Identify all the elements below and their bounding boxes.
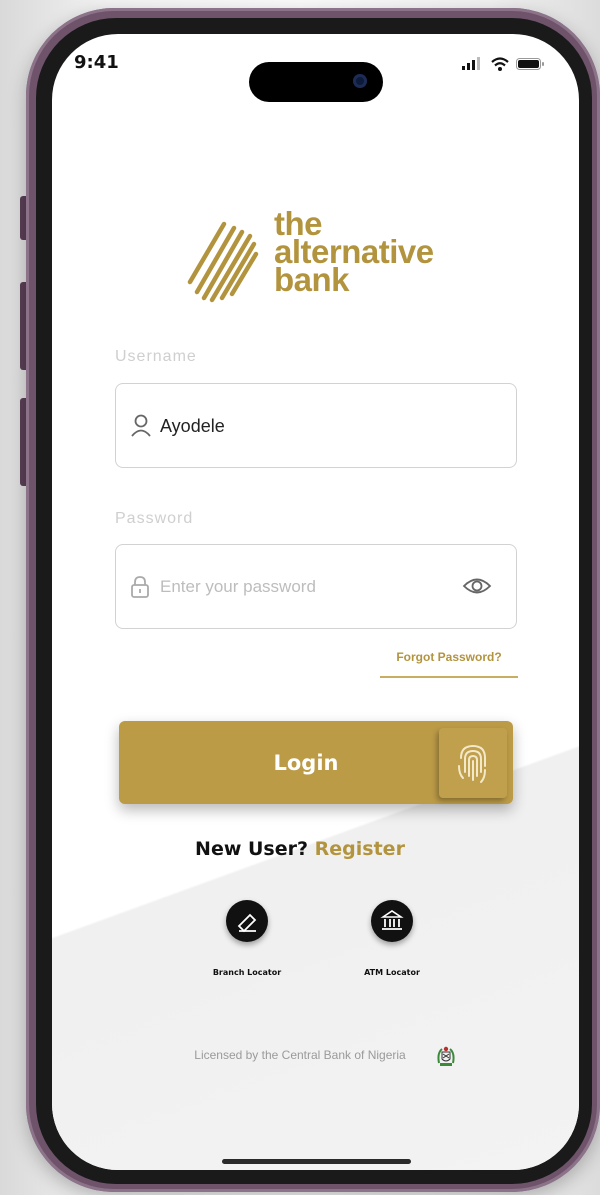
wifi-icon: [491, 57, 509, 71]
password-placeholder: Enter your password: [160, 577, 316, 596]
register-link[interactable]: Register: [315, 838, 405, 860]
password-label: Password: [115, 510, 194, 527]
atm-locator-button[interactable]: [371, 900, 413, 942]
home-indicator[interactable]: [222, 1159, 411, 1164]
camera-icon: [353, 74, 367, 88]
user-icon: [131, 414, 151, 437]
eye-icon[interactable]: [462, 575, 492, 597]
branch-locator-button[interactable]: [226, 900, 268, 942]
username-field[interactable]: Ayodele: [115, 383, 517, 468]
cbn-seal-icon: [437, 1046, 455, 1066]
branch-locator-label[interactable]: Branch Locator: [187, 968, 307, 977]
fingerprint-button[interactable]: [439, 728, 507, 798]
lock-icon: [131, 576, 149, 598]
status-time: 9:41: [74, 52, 119, 73]
brand-wordmark: the alternative bank: [274, 207, 434, 298]
new-user-register: New User? Register: [0, 838, 600, 860]
battery-icon: [516, 58, 544, 70]
username-value: Ayodele: [160, 416, 225, 436]
license-text: Licensed by the Central Bank of Nigeria: [194, 1048, 406, 1062]
login-label: Login: [273, 751, 339, 775]
forgot-password-link[interactable]: Forgot Password?: [380, 650, 518, 664]
password-field[interactable]: Enter your password: [115, 544, 517, 629]
atm-locator-icon: [380, 910, 404, 930]
atm-locator-label[interactable]: ATM Locator: [332, 968, 452, 977]
new-user-prompt: New User?: [195, 838, 309, 860]
branch-locator-icon: [237, 913, 257, 933]
status-icons: [462, 57, 544, 71]
signal-icon: [462, 57, 480, 70]
brand-logo-icon: [187, 221, 259, 303]
brand-line-3: bank: [274, 261, 350, 298]
forgot-password-underline: [380, 676, 518, 678]
fingerprint-icon: [458, 744, 486, 783]
username-label: Username: [115, 348, 197, 365]
